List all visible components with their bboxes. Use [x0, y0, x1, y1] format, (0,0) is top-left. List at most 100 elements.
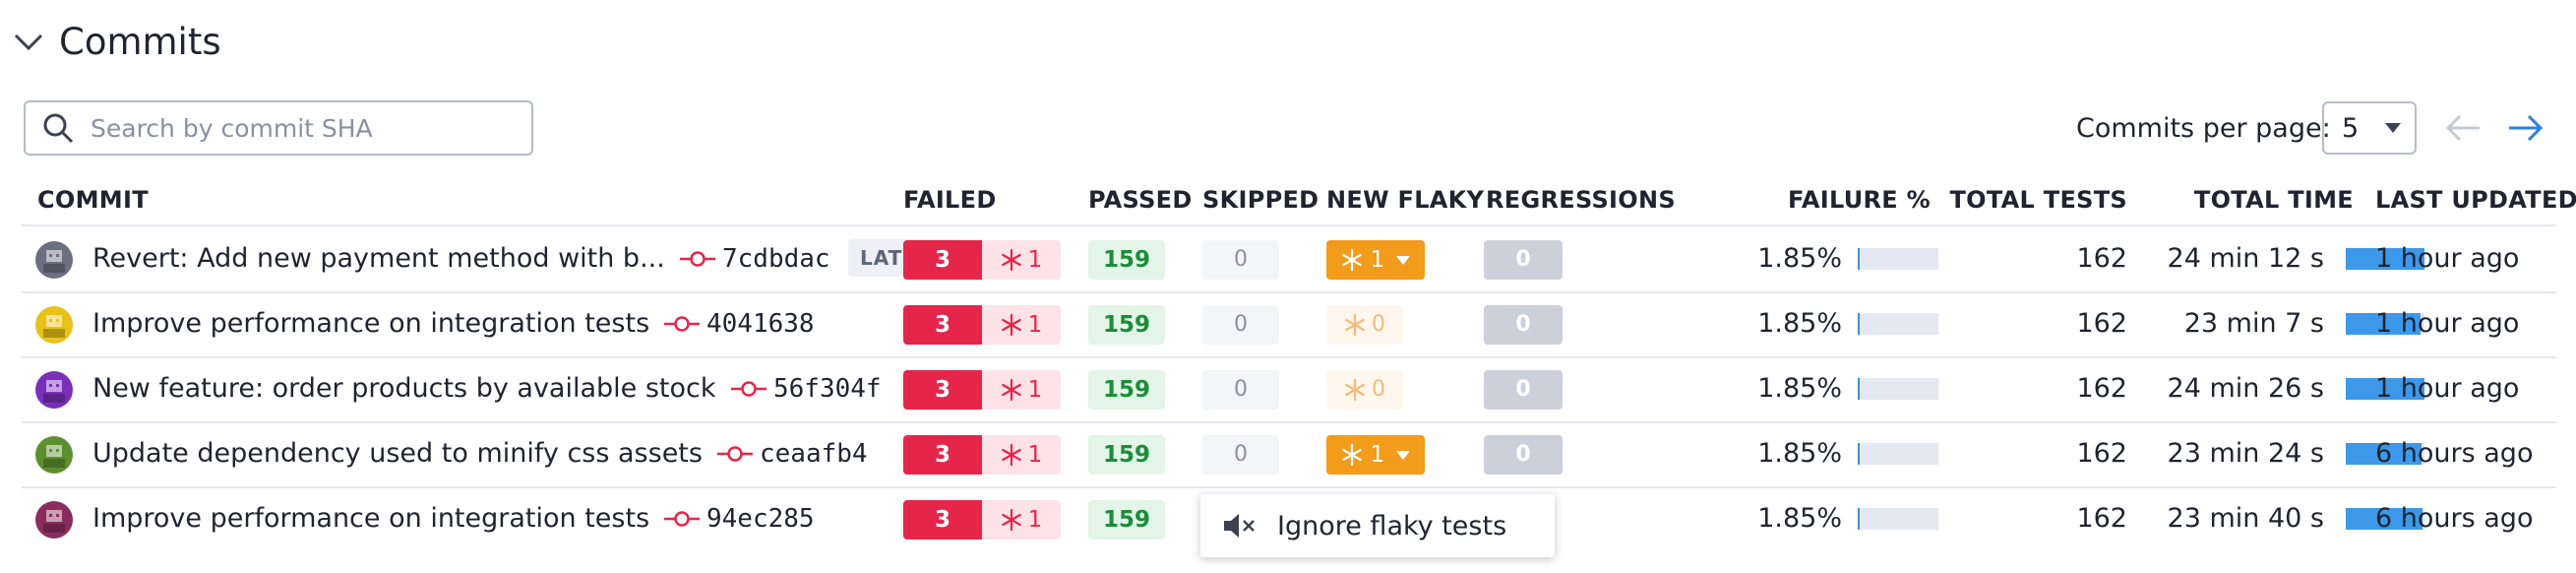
failure-bar [1858, 248, 1938, 270]
failed-count[interactable]: 3 [903, 435, 982, 475]
mute-icon [1224, 514, 1255, 538]
skipped-count[interactable]: 0 [1202, 240, 1279, 280]
commit-message[interactable]: Update dependency used to minify css ass… [92, 437, 703, 471]
section-header[interactable]: Commits [12, 14, 221, 69]
failed-flaky-value: 1 [1027, 312, 1043, 338]
passed-count[interactable]: 159 [1088, 240, 1165, 280]
failure-bar-fill [1858, 248, 1861, 270]
snowflake-icon [1001, 379, 1021, 401]
commit-sha[interactable]: 56f304f [773, 372, 882, 406]
failed-flaky-count[interactable]: 1 [982, 240, 1061, 280]
col-commit[interactable]: COMMIT [37, 183, 149, 217]
new-flaky-value: 0 [1372, 377, 1385, 402]
avatar [35, 436, 73, 474]
passed-count[interactable]: 159 [1088, 370, 1165, 410]
regressions-count[interactable]: 0 [1484, 370, 1563, 410]
skipped-count[interactable]: 0 [1202, 305, 1279, 345]
snowflake-icon [1345, 379, 1365, 401]
col-regressions[interactable]: REGRESSIONS [1486, 183, 1676, 217]
commit-icon [680, 251, 715, 267]
failed-flaky-count[interactable]: 1 [982, 370, 1061, 410]
failure-percent: 1.85% [1757, 503, 1842, 534]
regressions-count[interactable]: 0 [1484, 305, 1563, 345]
table-row[interactable]: New feature: order products by available… [22, 356, 2556, 421]
total-time: 23 min 7 s [2183, 308, 2324, 339]
failure-percent: 1.85% [1757, 243, 1842, 274]
search-box[interactable] [24, 100, 533, 156]
total-time: 24 min 12 s [2167, 243, 2324, 274]
arrow-right-icon[interactable] [2505, 110, 2545, 146]
commit-sha[interactable]: ceaafb4 [760, 437, 868, 471]
failure-bar [1858, 378, 1938, 400]
col-total-time[interactable]: TOTAL TIME [2186, 183, 2354, 217]
search-input[interactable] [89, 112, 516, 144]
total-time: 23 min 40 s [2167, 503, 2324, 534]
commit-message[interactable]: Improve performance on integration tests [92, 502, 649, 536]
col-last-updated[interactable]: LAST UPDATED [2375, 183, 2576, 217]
snowflake-icon [1001, 249, 1021, 271]
failed-flaky-value: 1 [1027, 442, 1043, 468]
chevron-down-icon[interactable] [12, 25, 45, 58]
commit-sha[interactable]: 7cdbdac [722, 242, 830, 276]
col-total-tests[interactable]: TOTAL TESTS [1931, 183, 2127, 217]
last-updated: 1 hour ago [2375, 308, 2520, 339]
ignore-flaky-popup[interactable]: Ignore flaky tests [1200, 494, 1555, 557]
regressions-count[interactable]: 0 [1484, 240, 1563, 280]
table-row[interactable]: Update dependency used to minify css ass… [22, 421, 2556, 486]
commit-message[interactable]: Improve performance on integration tests [92, 307, 649, 341]
col-failed[interactable]: FAILED [903, 183, 997, 217]
col-skipped[interactable]: SKIPPED [1202, 183, 1319, 217]
search-icon [43, 113, 74, 144]
avatar [35, 501, 73, 539]
failed-flaky-count[interactable]: 1 [982, 305, 1061, 345]
caret-down-icon [1396, 255, 1411, 265]
passed-count[interactable]: 159 [1088, 305, 1165, 345]
col-failure-pct[interactable]: FAILURE % [1763, 183, 1931, 217]
new-flaky-dropdown[interactable]: 1 [1326, 240, 1425, 280]
commit-icon [731, 381, 767, 397]
snowflake-icon [1001, 509, 1021, 531]
failed-count[interactable]: 3 [903, 305, 982, 345]
col-new-flaky[interactable]: NEW FLAKY [1326, 183, 1484, 217]
avatar [35, 371, 73, 409]
snowflake-icon [1001, 314, 1021, 336]
failed-count[interactable]: 3 [903, 500, 982, 540]
per-page-value: 5 [2342, 112, 2360, 144]
failure-bar [1858, 443, 1938, 465]
failed-flaky-count[interactable]: 1 [982, 500, 1061, 540]
per-page-label: Commits per page: [2076, 113, 2331, 144]
last-updated: 1 hour ago [2375, 243, 2520, 274]
table-row[interactable]: Revert: Add new payment method with b...… [22, 226, 2556, 291]
table-row[interactable]: Improve performance on integration tests… [22, 291, 2556, 356]
failure-percent: 1.85% [1757, 308, 1842, 339]
snowflake-icon [1341, 249, 1362, 271]
per-page-select[interactable]: 5 [2322, 101, 2417, 155]
snowflake-icon [1341, 444, 1362, 466]
failed-count[interactable]: 3 [903, 240, 982, 280]
passed-count[interactable]: 159 [1088, 435, 1165, 475]
failed-count[interactable]: 3 [903, 370, 982, 410]
new-flaky-dropdown[interactable]: 1 [1326, 435, 1425, 475]
col-passed[interactable]: PASSED [1088, 183, 1193, 217]
failed-flaky-count[interactable]: 1 [982, 435, 1061, 475]
new-flaky-count[interactable]: 0 [1326, 305, 1403, 345]
failure-bar-fill [1858, 443, 1861, 465]
skipped-count[interactable]: 0 [1202, 370, 1279, 410]
regressions-count[interactable]: 0 [1484, 435, 1563, 475]
skipped-count[interactable]: 0 [1202, 435, 1279, 475]
new-flaky-count[interactable]: 0 [1326, 370, 1403, 410]
failure-bar [1858, 313, 1938, 335]
passed-count[interactable]: 159 [1088, 500, 1165, 540]
commit-sha[interactable]: 4041638 [706, 307, 815, 341]
arrow-left-icon[interactable] [2444, 110, 2484, 146]
caret-down-icon [2385, 123, 2401, 133]
new-flaky-value: 1 [1370, 442, 1385, 468]
commit-message[interactable]: Revert: Add new payment method with b... [92, 242, 665, 276]
failure-bar [1858, 508, 1938, 530]
failure-bar-fill [1858, 378, 1861, 400]
total-time: 23 min 24 s [2167, 438, 2324, 469]
commit-message[interactable]: New feature: order products by available… [92, 372, 716, 406]
section-title: Commits [59, 20, 221, 63]
new-flaky-value: 1 [1370, 247, 1385, 273]
commit-sha[interactable]: 94ec285 [706, 502, 815, 536]
